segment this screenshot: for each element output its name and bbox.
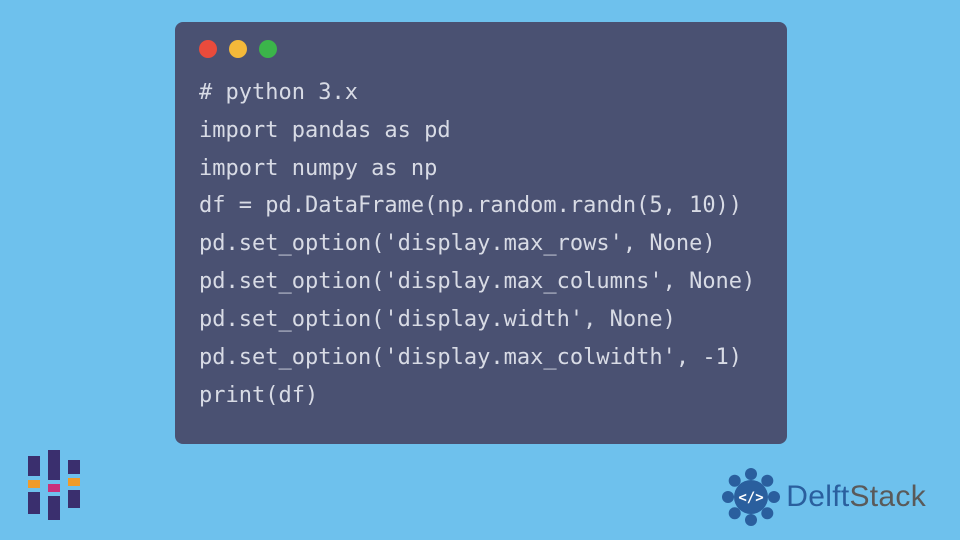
close-dot-icon [199,40,217,58]
window-traffic-lights [199,40,763,58]
brand-badge-icon: </> [722,468,780,526]
brand-name-part2: Stack [849,480,926,513]
minimize-dot-icon [229,40,247,58]
maximize-dot-icon [259,40,277,58]
brand-logo: </> DelftStack [722,468,926,526]
abstract-bars-icon [26,450,84,520]
svg-text:</>: </> [739,490,764,506]
brand-name-part1: Delft [786,480,849,513]
code-window: # python 3.x import pandas as pd import … [175,22,787,444]
code-content: # python 3.x import pandas as pd import … [199,74,763,414]
brand-name: DelftStack [786,480,926,514]
